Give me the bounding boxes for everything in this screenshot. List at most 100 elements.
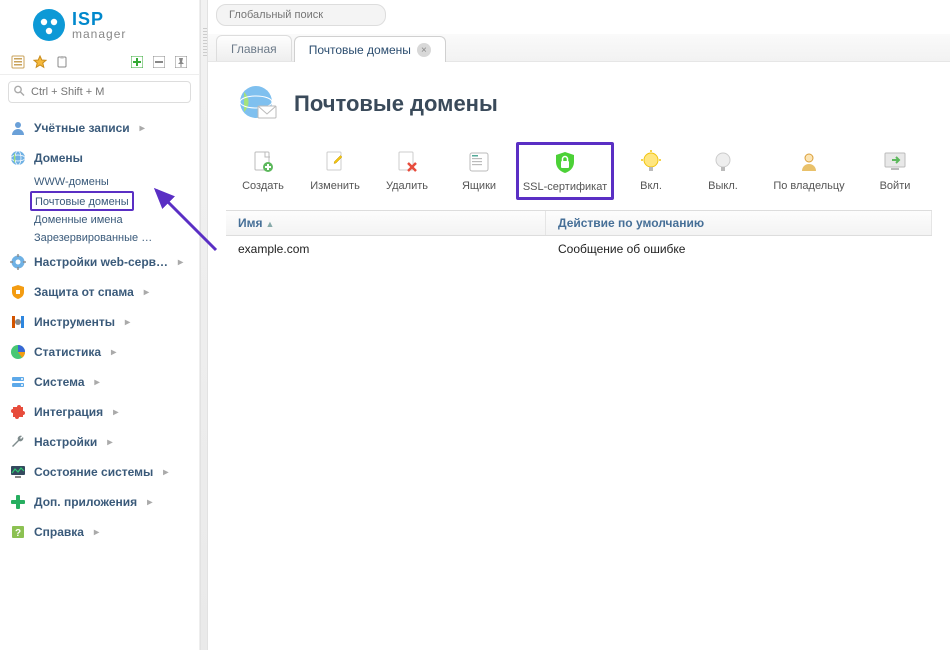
logo-icon (32, 8, 66, 42)
shield-lock-icon (551, 149, 579, 177)
page-header: Почтовые домены (236, 82, 932, 126)
nav-integration[interactable]: Интеграция▸ (0, 397, 199, 427)
global-search-input[interactable] (216, 4, 386, 26)
toolbar-edit[interactable]: Изменить (300, 142, 370, 198)
cell-action: Сообщение об ошибке (546, 236, 932, 262)
sidebar-resize-handle[interactable] (200, 0, 208, 650)
tab-main[interactable]: Главная (216, 35, 292, 61)
toolbar-ssl[interactable]: SSL-сертификат (516, 142, 614, 200)
screen-arrow-icon (881, 148, 909, 176)
nav-sub-dns[interactable]: Доменные имена (30, 211, 195, 229)
star-icon[interactable] (32, 54, 48, 70)
sidebar-search-input[interactable] (8, 81, 191, 103)
cell-name: example.com (226, 236, 546, 262)
sidebar-tool-row (0, 50, 199, 75)
plus-icon[interactable] (129, 54, 145, 70)
toolbar: Создать Изменить Удалить Ящики SSL-серти… (228, 142, 932, 200)
doc-x-icon (393, 148, 421, 176)
toolbar-boxes[interactable]: Ящики (444, 142, 514, 198)
bulb-off-icon (709, 148, 737, 176)
minus-icon[interactable] (151, 54, 167, 70)
logo: ISP manager (0, 0, 199, 50)
tab-label: Главная (231, 42, 277, 56)
nav-label: Настройки (34, 435, 97, 449)
col-label: Действие по умолчанию (558, 216, 704, 230)
gear-globe-icon (10, 254, 26, 270)
nav-label: Доп. приложения (34, 495, 137, 509)
close-icon[interactable]: × (417, 43, 431, 57)
toolbar-label: Войти (880, 180, 911, 192)
nav-label: Интеграция (34, 405, 103, 419)
toolbar-off[interactable]: Выкл. (688, 142, 758, 198)
puzzle-icon (10, 404, 26, 420)
svg-text:?: ? (15, 528, 21, 539)
toolbar-label: Изменить (310, 180, 360, 192)
toolbar-login[interactable]: Войти (860, 142, 930, 198)
clipboard-icon[interactable] (54, 54, 70, 70)
toolbar-label: Ящики (462, 180, 496, 192)
shield-orange-icon (10, 284, 26, 300)
toolbar-label: Создать (242, 180, 284, 192)
chevron-right-icon: ▸ (140, 123, 145, 134)
nav-label: Учётные записи (34, 121, 130, 135)
chevron-right-icon: ▸ (144, 287, 149, 298)
nav-domains[interactable]: Домены (0, 143, 199, 173)
nav-stats[interactable]: Статистика▸ (0, 337, 199, 367)
chevron-right-icon: ▸ (111, 347, 116, 358)
chevron-right-icon: ▸ (163, 467, 168, 478)
tab-mail-domains[interactable]: Почтовые домены × (294, 36, 446, 62)
nav-accounts[interactable]: Учётные записи ▸ (0, 113, 199, 143)
server-icon (10, 374, 26, 390)
toolbar-delete[interactable]: Удалить (372, 142, 442, 198)
table-row[interactable]: example.com Сообщение об ошибке (226, 236, 932, 262)
wrench-icon (10, 434, 26, 450)
nav-tools[interactable]: Инструменты▸ (0, 307, 199, 337)
toolbar-on[interactable]: Вкл. (616, 142, 686, 198)
nav-state[interactable]: Состояние системы ▸ (0, 457, 199, 487)
bulb-on-icon (637, 148, 665, 176)
nav-label: Защита от спама (34, 285, 134, 299)
col-label: Имя (238, 216, 263, 230)
user-badge-icon (795, 148, 823, 176)
grid-col-action[interactable]: Действие по умолчанию (546, 211, 932, 235)
monitor-icon (10, 464, 26, 480)
toolbar-label: Удалить (386, 180, 428, 192)
nav-label: Система (34, 375, 85, 389)
toolbar-label: Вкл. (640, 180, 662, 192)
logo-brand: ISP (72, 10, 126, 28)
toolbar-label: SSL-сертификат (523, 181, 607, 193)
tab-label: Почтовые домены (309, 43, 411, 57)
nav-label: Инструменты (34, 315, 115, 329)
chevron-right-icon: ▸ (147, 497, 152, 508)
grid-col-name[interactable]: Имя▲ (226, 211, 546, 235)
pin-icon[interactable] (173, 54, 189, 70)
logo-subtitle: manager (72, 28, 126, 40)
list-icon[interactable] (10, 54, 26, 70)
nav-domains-sub: WWW-домены Почтовые домены Доменные имен… (0, 173, 199, 247)
nav-antispam[interactable]: Защита от спама ▸ (0, 277, 199, 307)
nav-settings[interactable]: Настройки ▸ (0, 427, 199, 457)
nav-webserver[interactable]: Настройки web-серв…▸ (0, 247, 199, 277)
toolbar-by-owner[interactable]: По владельцу (760, 142, 858, 198)
nav-sub-www[interactable]: WWW-домены (30, 173, 195, 191)
doc-pencil-icon (321, 148, 349, 176)
nav-sub-mail[interactable]: Почтовые домены (35, 196, 129, 208)
toolbar-create[interactable]: Создать (228, 142, 298, 198)
plus-green-icon (10, 494, 26, 510)
chevron-right-icon: ▸ (107, 437, 112, 448)
nav-addons[interactable]: Доп. приложения ▸ (0, 487, 199, 517)
tab-bar: Главная Почтовые домены × (208, 34, 950, 62)
nav-label: Состояние системы (34, 465, 153, 479)
sort-asc-icon: ▲ (266, 219, 275, 229)
mailbox-list-icon (465, 148, 493, 176)
page-title: Почтовые домены (294, 91, 498, 117)
nav-label: Справка (34, 525, 84, 539)
doc-plus-icon (249, 148, 277, 176)
nav-sub-reserved[interactable]: Зарезервированные … (30, 229, 195, 247)
sidebar: ISP manager (0, 0, 200, 650)
nav-system[interactable]: Система▸ (0, 367, 199, 397)
nav-label: Настройки web-серв… (34, 255, 168, 269)
main: Главная Почтовые домены × Почтов (208, 0, 950, 650)
nav-help[interactable]: ? Справка▸ (0, 517, 199, 547)
highlight-mail-domains: Почтовые домены (30, 191, 134, 211)
